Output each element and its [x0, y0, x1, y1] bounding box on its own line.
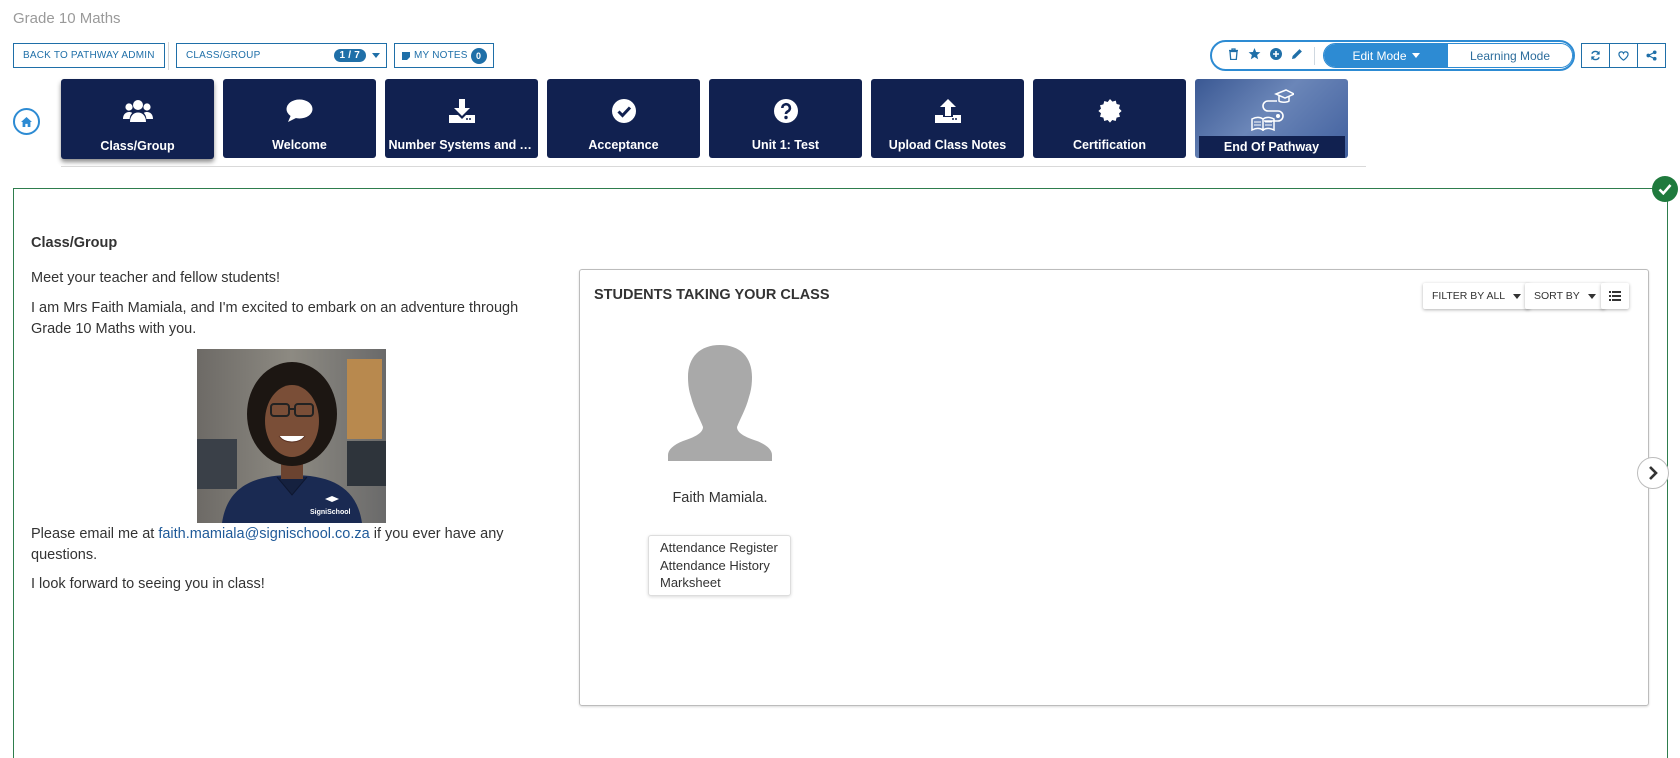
certificate-icon [1097, 79, 1122, 138]
chevron-down-icon [372, 53, 380, 58]
email-link[interactable]: faith.mamiala@signischool.co.za [158, 526, 369, 542]
home-icon [21, 116, 32, 127]
star-icon[interactable] [1248, 48, 1261, 63]
class-group-select[interactable]: CLASS/GROUP 1 / 7 [176, 43, 387, 68]
list-icon [1609, 291, 1621, 301]
tile-certification[interactable]: Certification [1033, 79, 1186, 158]
my-notes-button[interactable]: MY NOTES 0 [394, 43, 494, 68]
student-actions-menu: Attendance Register Attendance History M… [648, 535, 791, 596]
pencil-icon[interactable] [1291, 48, 1303, 63]
next-page-button[interactable] [1637, 457, 1669, 489]
trash-icon[interactable] [1228, 48, 1239, 63]
chevron-down-icon [1587, 293, 1596, 299]
class-select-label: CLASS/GROUP [186, 50, 261, 61]
plus-circle-icon[interactable] [1270, 48, 1282, 63]
tile-welcome[interactable]: Welcome [223, 79, 376, 158]
filter-label: FILTER BY ALL [1432, 290, 1506, 302]
share-icon[interactable] [1637, 43, 1666, 68]
users-icon [122, 79, 153, 139]
question-circle-icon [773, 79, 798, 138]
check-circle-icon [611, 79, 636, 138]
tile-acceptance[interactable]: Acceptance [547, 79, 700, 158]
tile-label: End Of Pathway [1198, 136, 1345, 158]
sort-dropdown[interactable]: SORT BY [1525, 283, 1605, 309]
teacher-intro-text: I am Mrs Faith Mamiala, and I'm excited … [31, 300, 519, 337]
tile-label: Acceptance [588, 138, 659, 152]
page-title: Grade 10 Maths [13, 10, 121, 27]
filter-dropdown[interactable]: FILTER BY ALL [1423, 283, 1531, 309]
chevron-right-icon [1649, 466, 1658, 480]
upload-icon [934, 79, 961, 138]
email-text: Please email me at faith.mamiala@signisc… [31, 524, 536, 566]
edit-toolbar: Edit Mode Learning Mode [1210, 40, 1575, 71]
back-to-pathway-admin-button[interactable]: BACK TO PATHWAY ADMIN [13, 43, 165, 68]
action-icon-group [1581, 43, 1666, 68]
sort-label: SORT BY [1534, 290, 1580, 302]
tile-upload-class-notes[interactable]: Upload Class Notes [871, 79, 1024, 158]
note-icon [402, 51, 410, 60]
tile-number-systems[interactable]: Number Systems and Alg... [385, 79, 538, 158]
download-icon [448, 79, 475, 138]
photo-logo-text: SigniSchool [310, 509, 351, 516]
edit-mode-label: Edit Mode [1352, 48, 1407, 63]
attendance-register-link[interactable]: Attendance Register [660, 539, 779, 557]
learning-mode-button[interactable]: Learning Mode [1448, 44, 1572, 67]
toolbar-divider [168, 42, 169, 70]
marksheet-link[interactable]: Marksheet [660, 574, 779, 592]
notes-count-badge: 0 [470, 47, 487, 64]
tile-label: Certification [1073, 138, 1146, 152]
mode-toggle: Edit Mode Learning Mode [1323, 43, 1573, 68]
tile-label: Unit 1: Test [751, 138, 820, 152]
refresh-icon[interactable] [1581, 43, 1610, 68]
edit-mode-button[interactable]: Edit Mode [1324, 44, 1448, 67]
email-prefix: Please email me at [31, 526, 159, 542]
heart-icon[interactable] [1609, 43, 1638, 68]
speech-bubble-icon [286, 79, 313, 138]
home-button[interactable] [13, 108, 40, 135]
tile-label: Upload Class Notes [888, 138, 1007, 152]
section-title: Class/Group [31, 235, 118, 251]
teacher-photo: SigniSchool [197, 349, 386, 523]
complete-check-icon [1652, 176, 1678, 202]
tile-label: Number Systems and Alg... [388, 138, 535, 152]
step-counter-badge: 1 / 7 [333, 49, 366, 62]
tile-label: Welcome [272, 138, 327, 152]
toolbar-separator [1314, 46, 1315, 65]
student-avatar[interactable] [668, 343, 772, 490]
graduation-path-icon [1250, 79, 1294, 136]
my-notes-label: MY NOTES [414, 50, 468, 61]
tile-label: Class/Group [100, 139, 175, 153]
list-view-button[interactable] [1601, 283, 1629, 309]
chevron-down-icon [1513, 293, 1522, 299]
intro-text: Meet your teacher and fellow students! [31, 270, 281, 286]
chevron-down-icon [1411, 53, 1420, 58]
tile-class-group[interactable]: Class/Group [61, 79, 214, 159]
tiles-underline [61, 166, 1366, 167]
tile-end-of-pathway[interactable]: End Of Pathway [1195, 79, 1348, 158]
tile-unit-1-test[interactable]: Unit 1: Test [709, 79, 862, 158]
students-panel-title: STUDENTS TAKING YOUR CLASS [594, 287, 830, 303]
attendance-history-link[interactable]: Attendance History [660, 557, 779, 575]
closing-text: I look forward to seeing you in class! [31, 576, 265, 592]
student-name[interactable]: Faith Mamiala. [620, 490, 820, 506]
